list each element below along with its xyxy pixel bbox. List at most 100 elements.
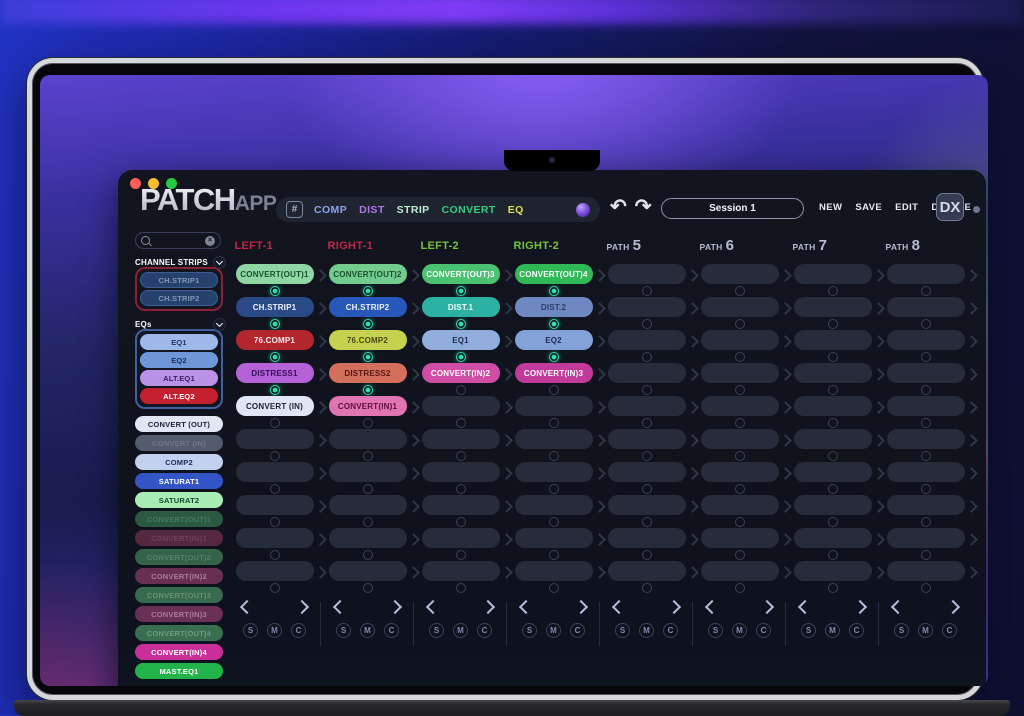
connection-node[interactable] bbox=[549, 352, 559, 362]
connection-node[interactable] bbox=[456, 451, 466, 461]
connection-node[interactable] bbox=[921, 286, 931, 296]
connection-node[interactable] bbox=[549, 319, 559, 329]
mute-button[interactable]: M bbox=[267, 623, 282, 638]
connection-node[interactable] bbox=[549, 286, 559, 296]
empty-slot[interactable] bbox=[608, 462, 686, 482]
empty-slot[interactable] bbox=[608, 561, 686, 581]
dx-button[interactable]: DX bbox=[936, 193, 964, 221]
connection-node[interactable] bbox=[549, 484, 559, 494]
connection-node[interactable] bbox=[921, 418, 931, 428]
sidebar-item-eq2[interactable]: EQ2 bbox=[140, 352, 218, 368]
connection-node[interactable] bbox=[828, 352, 838, 362]
sidebar-item-ch-strip2[interactable]: CH.STRIP2 bbox=[140, 290, 218, 306]
path-prev-icon[interactable] bbox=[798, 600, 812, 614]
connection-node[interactable] bbox=[270, 418, 280, 428]
module-pill-eq1[interactable]: EQ1 bbox=[422, 330, 500, 350]
empty-slot[interactable] bbox=[608, 396, 686, 416]
connection-node[interactable] bbox=[456, 484, 466, 494]
module-pill-distress2[interactable]: DISTRESS2 bbox=[329, 363, 407, 383]
connection-node[interactable] bbox=[270, 319, 280, 329]
module-pill-convert-in-3[interactable]: CONVERT(IN)3 bbox=[515, 363, 593, 383]
filter-tag-eq[interactable]: EQ bbox=[508, 204, 524, 216]
connection-node[interactable] bbox=[270, 484, 280, 494]
sidebar-item-convert-in-1[interactable]: CONVERT(IN)1 bbox=[135, 530, 223, 546]
sidebar-item-convert-out-1[interactable]: CONVERT(OUT)1 bbox=[135, 511, 223, 527]
connection-node[interactable] bbox=[735, 451, 745, 461]
path-next-icon[interactable] bbox=[295, 600, 309, 614]
connection-node[interactable] bbox=[828, 484, 838, 494]
connection-node[interactable] bbox=[828, 286, 838, 296]
connection-node[interactable] bbox=[456, 550, 466, 560]
connection-node[interactable] bbox=[363, 319, 373, 329]
solo-button[interactable]: S bbox=[429, 623, 444, 638]
path-prev-icon[interactable] bbox=[612, 600, 626, 614]
connection-node[interactable] bbox=[828, 550, 838, 560]
empty-slot[interactable] bbox=[515, 462, 593, 482]
connection-node[interactable] bbox=[642, 451, 652, 461]
search-input[interactable] bbox=[153, 235, 202, 247]
module-pill-eq2[interactable]: EQ2 bbox=[515, 330, 593, 350]
sidebar-item-ch-strip1[interactable]: CH.STRIP1 bbox=[140, 272, 218, 288]
connection-node[interactable] bbox=[363, 451, 373, 461]
empty-slot[interactable] bbox=[701, 495, 779, 515]
path-next-icon[interactable] bbox=[853, 600, 867, 614]
path-next-icon[interactable] bbox=[946, 600, 960, 614]
module-pill-convert-in[interactable]: CONVERT (IN) bbox=[236, 396, 314, 416]
empty-slot[interactable] bbox=[608, 264, 686, 284]
solo-button[interactable]: S bbox=[801, 623, 816, 638]
empty-slot[interactable] bbox=[701, 330, 779, 350]
connection-node[interactable] bbox=[735, 517, 745, 527]
empty-slot[interactable] bbox=[887, 462, 965, 482]
sidebar-item-saturat2[interactable]: SATURAT2 bbox=[135, 492, 223, 508]
connection-node[interactable] bbox=[270, 583, 280, 593]
connection-node[interactable] bbox=[549, 583, 559, 593]
connection-node[interactable] bbox=[456, 385, 466, 395]
clear-search-icon[interactable] bbox=[205, 236, 215, 246]
module-pill-convert-out-3[interactable]: CONVERT(OUT)3 bbox=[422, 264, 500, 284]
connection-node[interactable] bbox=[828, 451, 838, 461]
empty-slot[interactable] bbox=[887, 561, 965, 581]
connection-node[interactable] bbox=[456, 319, 466, 329]
connection-node[interactable] bbox=[642, 319, 652, 329]
connection-node[interactable] bbox=[735, 484, 745, 494]
connection-node[interactable] bbox=[921, 484, 931, 494]
path-prev-icon[interactable] bbox=[705, 600, 719, 614]
empty-slot[interactable] bbox=[701, 462, 779, 482]
search-box[interactable] bbox=[135, 232, 221, 249]
empty-slot[interactable] bbox=[329, 528, 407, 548]
empty-slot[interactable] bbox=[236, 462, 314, 482]
filter-tag-dist[interactable]: DIST bbox=[359, 204, 385, 216]
module-pill-dist-2[interactable]: DIST.2 bbox=[515, 297, 593, 317]
empty-slot[interactable] bbox=[422, 528, 500, 548]
empty-slot[interactable] bbox=[794, 462, 872, 482]
empty-slot[interactable] bbox=[794, 264, 872, 284]
connection-node[interactable] bbox=[921, 550, 931, 560]
connection-node[interactable] bbox=[735, 385, 745, 395]
empty-slot[interactable] bbox=[608, 528, 686, 548]
connection-node[interactable] bbox=[735, 418, 745, 428]
sidebar-item-convert-out-2[interactable]: CONVERT(OUT)2 bbox=[135, 549, 223, 565]
connection-node[interactable] bbox=[363, 385, 373, 395]
empty-slot[interactable] bbox=[422, 561, 500, 581]
connection-node[interactable] bbox=[456, 517, 466, 527]
empty-slot[interactable] bbox=[794, 297, 872, 317]
path-next-icon[interactable] bbox=[667, 600, 681, 614]
solo-button[interactable]: S bbox=[522, 623, 537, 638]
clear-button[interactable]: C bbox=[384, 623, 399, 638]
sidebar-item-comp2[interactable]: COMP2 bbox=[135, 454, 223, 470]
empty-slot[interactable] bbox=[236, 528, 314, 548]
sidebar-item-mast-eq1[interactable]: MAST.EQ1 bbox=[135, 663, 223, 679]
empty-slot[interactable] bbox=[236, 561, 314, 581]
solo-button[interactable]: S bbox=[615, 623, 630, 638]
empty-slot[interactable] bbox=[515, 495, 593, 515]
connection-node[interactable] bbox=[549, 418, 559, 428]
empty-slot[interactable] bbox=[515, 528, 593, 548]
connection-node[interactable] bbox=[549, 451, 559, 461]
empty-slot[interactable] bbox=[887, 330, 965, 350]
empty-slot[interactable] bbox=[794, 561, 872, 581]
connection-node[interactable] bbox=[363, 286, 373, 296]
connection-node[interactable] bbox=[735, 286, 745, 296]
sidebar-item-convert-in-2[interactable]: CONVERT(IN)2 bbox=[135, 568, 223, 584]
sidebar-item-alt-eq1[interactable]: ALT.EQ1 bbox=[140, 370, 218, 386]
connection-node[interactable] bbox=[642, 286, 652, 296]
